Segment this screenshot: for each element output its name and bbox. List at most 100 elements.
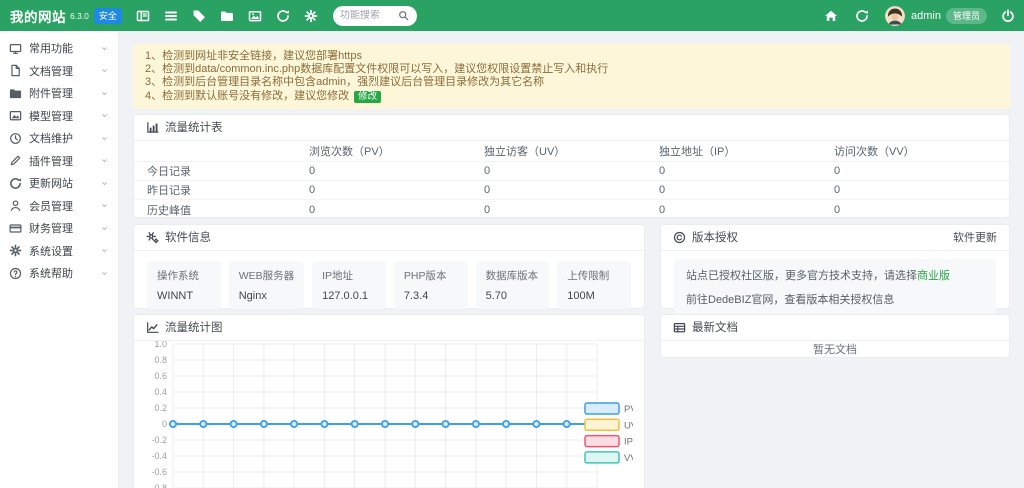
license-info-box: 站点已授权社区版，更多官方技术支持，请选择商业版 前往DedeBIZ官网，查看版…	[674, 259, 996, 315]
sidebar-item[interactable]: 插件管理	[0, 150, 118, 173]
sidebar-item[interactable]: 常用功能	[0, 37, 118, 60]
security-badge[interactable]: 安全	[94, 8, 122, 24]
info-value: 127.0.0.1	[322, 290, 376, 302]
sidebar-item[interactable]: 系统设置	[0, 240, 118, 263]
list-icon[interactable]	[164, 8, 179, 23]
search-box[interactable]	[333, 6, 417, 26]
gears-icon	[146, 231, 159, 244]
row-label: 今日记录	[134, 162, 309, 181]
software-update-link[interactable]: 软件更新	[953, 229, 997, 245]
traffic-chart: 1.00.80.60.40.20-0.2-0.4-0.6-0.8-1.0PVUV…	[147, 341, 633, 488]
svg-text:-0.6: -0.6	[151, 467, 167, 477]
role-badge: 管理员	[946, 8, 987, 24]
row-label: 历史峰值	[134, 200, 309, 218]
sync-icon[interactable]	[854, 8, 869, 23]
chevron-down-icon	[100, 111, 109, 120]
column-header: 访问次数（VV）	[834, 141, 1009, 162]
latest-docs-title: 最新文档	[692, 319, 738, 335]
main-content: 1、检测到网址非安全链接，建议您部署https2、检测到data/common.…	[119, 31, 1024, 488]
sidebar-item-label: 常用功能	[29, 40, 100, 56]
license-title: 版本授权	[692, 229, 738, 245]
chevron-down-icon	[100, 201, 109, 210]
sidebar-item-label: 系统设置	[29, 243, 100, 259]
folder-icon[interactable]	[220, 8, 235, 23]
sidebar-item[interactable]: 附件管理	[0, 82, 118, 105]
table-cell: 0	[834, 200, 1009, 218]
alert-line: 2、检测到data/common.inc.php数据库配置文件权限可以写入，建议…	[145, 63, 998, 76]
latest-docs-card: 最新文档 暂无文档	[660, 314, 1010, 358]
line-chart-icon	[146, 321, 159, 334]
empty-docs-text: 暂无文档	[813, 341, 857, 357]
table-row: 昨日记录0000	[134, 181, 1009, 200]
security-alert: 1、检测到网址非安全链接，建议您部署https2、检测到data/common.…	[133, 44, 1010, 109]
info-label: WEB服务器	[239, 268, 294, 283]
commercial-version-link[interactable]: 商业版	[917, 270, 950, 282]
svg-text:1.0: 1.0	[154, 341, 167, 349]
software-info-header: 软件信息	[134, 225, 644, 251]
sidebar-toggle-icon[interactable]	[136, 8, 151, 23]
license-line-1: 站点已授权社区版，更多官方技术支持，请选择商业版	[686, 267, 984, 283]
file-icon	[9, 64, 22, 77]
user-icon	[9, 199, 22, 212]
traffic-chart-title: 流量统计图	[165, 319, 223, 335]
search-icon[interactable]	[398, 10, 409, 21]
sidebar-item[interactable]: 更新网站	[0, 172, 118, 195]
sidebar-item[interactable]: 会员管理	[0, 195, 118, 218]
svg-text:0.8: 0.8	[154, 355, 167, 365]
table-cell: 0	[484, 200, 659, 218]
sidebar-item[interactable]: 财务管理	[0, 217, 118, 240]
table-cell: 0	[484, 162, 659, 181]
svg-text:PV: PV	[624, 404, 633, 415]
info-label: 上传限制	[567, 268, 621, 283]
folder-icon	[9, 87, 22, 100]
fix-button[interactable]: 修改	[354, 91, 381, 103]
table-icon	[673, 321, 686, 334]
traffic-chart-card: 流量统计图 1.00.80.60.40.20-0.2-0.4-0.6-0.8-1…	[133, 314, 645, 488]
info-box: 数据库版本 5.70	[476, 261, 550, 309]
license-card: 版本授权 软件更新 站点已授权社区版，更多官方技术支持，请选择商业版 前往Ded…	[660, 224, 1010, 309]
topbar-icon-strip	[136, 8, 319, 23]
sidebar-item-label: 文档维护	[29, 130, 100, 146]
license-line-1-text: 站点已授权社区版，更多官方技术支持，请选择	[686, 270, 917, 282]
image-icon[interactable]	[248, 8, 263, 23]
avatar[interactable]	[885, 6, 905, 26]
info-value: Nginx	[239, 290, 294, 302]
alert-line: 4、检测到默认账号没有修改，建议您修改修改	[145, 90, 998, 103]
power-icon[interactable]	[1000, 8, 1015, 23]
sidebar-item[interactable]: 模型管理	[0, 105, 118, 128]
home-icon[interactable]	[823, 8, 838, 23]
table-cell: 0	[834, 162, 1009, 181]
info-box: 上传限制100M	[557, 261, 631, 309]
svg-text:VV: VV	[624, 453, 633, 464]
info-value: 5.70	[486, 290, 540, 302]
table-cell: 0	[659, 162, 834, 181]
traffic-table-header: 流量统计表	[134, 115, 1009, 141]
tag-icon[interactable]	[192, 8, 207, 23]
chevron-down-icon	[100, 44, 109, 53]
refresh-icon[interactable]	[276, 8, 291, 23]
table-row: 今日记录0000	[134, 162, 1009, 181]
svg-text:0.2: 0.2	[154, 403, 167, 413]
info-value: 7.3.4	[404, 290, 458, 302]
column-header: 浏览次数（PV）	[309, 141, 484, 162]
svg-text:-0.8: -0.8	[151, 483, 167, 488]
search-input[interactable]	[340, 10, 398, 21]
info-label: 数据库版本	[486, 268, 540, 283]
sidebar-item-label: 文档管理	[29, 63, 100, 79]
chevron-down-icon	[100, 66, 109, 75]
latest-docs-header: 最新文档	[661, 315, 1009, 341]
sidebar-item[interactable]: 文档维护	[0, 127, 118, 150]
svg-text:-0.4: -0.4	[151, 451, 167, 461]
row-label: 昨日记录	[134, 181, 309, 200]
gear-icon[interactable]	[304, 8, 319, 23]
sidebar-item[interactable]: 系统帮助	[0, 262, 118, 285]
username[interactable]: admin	[911, 10, 941, 22]
chevron-down-icon	[100, 179, 109, 188]
chevron-down-icon	[100, 134, 109, 143]
svg-text:0: 0	[162, 419, 167, 429]
svg-text:UV: UV	[624, 420, 633, 431]
chevron-down-icon	[100, 246, 109, 255]
desktop-icon	[9, 42, 22, 55]
question-icon	[9, 267, 22, 280]
sidebar-item[interactable]: 文档管理	[0, 60, 118, 83]
